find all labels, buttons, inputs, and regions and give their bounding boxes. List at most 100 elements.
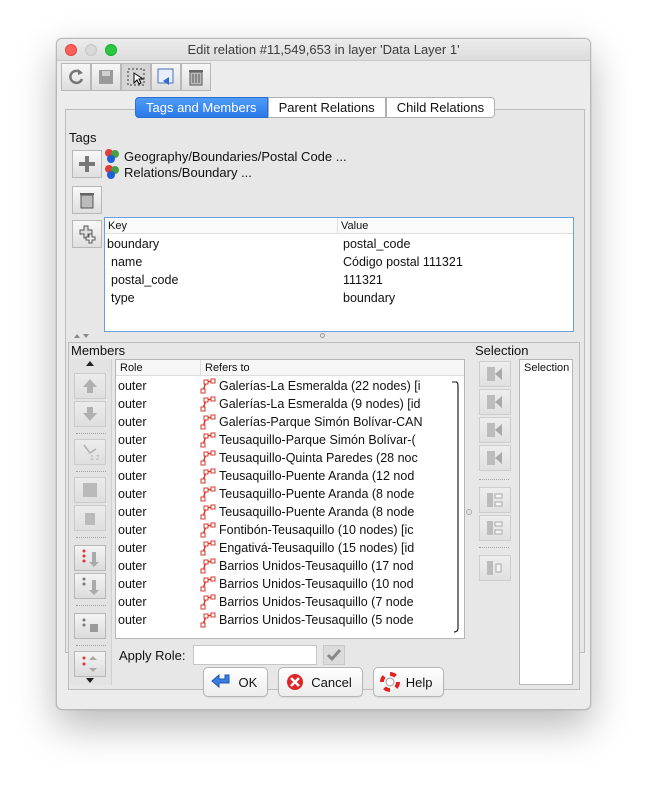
members-table[interactable]: Role Refers to outer Galerías-La Esmerald… — [115, 359, 465, 639]
apply-button[interactable] — [151, 63, 181, 91]
help-button[interactable]: Help — [372, 667, 444, 697]
refresh-button[interactable] — [61, 63, 91, 91]
apply-role-input[interactable] — [193, 645, 318, 665]
member-role[interactable]: outer — [118, 431, 198, 449]
member-row[interactable]: outer Galerías-La Esmeralda (9 nodes) [id — [116, 395, 464, 413]
member-row[interactable]: outer Teusaquillo-Parque Simón Bolívar-( — [116, 431, 464, 449]
member-row[interactable]: outer Barrios Unidos-Teusaquillo (7 node — [116, 593, 464, 611]
member-role[interactable]: outer — [118, 521, 198, 539]
member-ref-label: Teusaquillo-Puente Aranda (8 node — [219, 487, 415, 501]
member-row[interactable]: outer Fontibón-Teusaquillo (10 nodes) [ic — [116, 521, 464, 539]
member-ref[interactable]: Teusaquillo-Parque Simón Bolívar-( — [200, 431, 446, 449]
cancel-button[interactable]: Cancel — [278, 667, 363, 697]
splitter-grip-icon[interactable] — [466, 509, 472, 515]
member-ref[interactable]: Barrios Unidos-Teusaquillo (10 nod — [200, 575, 446, 593]
replace-member-button[interactable] — [479, 555, 511, 581]
tag-row[interactable]: boundary postal_code — [105, 235, 573, 253]
selection-table[interactable]: Selection — [519, 359, 573, 685]
move-down-button[interactable] — [74, 401, 106, 427]
preset-link-boundary[interactable]: Relations/Boundary ... — [104, 164, 252, 180]
member-ref[interactable]: Teusaquillo-Quinta Paredes (28 noc — [200, 449, 446, 467]
scroll-up-arrow-icon[interactable] — [70, 359, 110, 367]
tag-key[interactable]: postal_code — [111, 271, 335, 289]
member-ref[interactable]: Galerías-Parque Simón Bolívar-CAN — [200, 413, 446, 431]
tab-parent-relations[interactable]: Parent Relations — [267, 97, 386, 118]
member-ref[interactable]: Teusaquillo-Puente Aranda (8 node — [200, 485, 446, 503]
member-ref[interactable]: Teusaquillo-Puente Aranda (12 nod — [200, 467, 446, 485]
tag-row[interactable]: name Código postal 111321 — [105, 253, 573, 271]
select-members-button[interactable] — [121, 63, 151, 91]
sort-members-button[interactable]: 1 2 3 — [74, 439, 106, 465]
select-members-in-list-button[interactable] — [479, 487, 511, 513]
member-role[interactable]: outer — [118, 503, 198, 521]
refers-to-column-header[interactable]: Refers to — [200, 360, 464, 376]
tag-row[interactable]: postal_code 111321 — [105, 271, 573, 289]
member-row[interactable]: outer Galerías-Parque Simón Bolívar-CAN — [116, 413, 464, 431]
member-ref[interactable]: Barrios Unidos-Teusaquillo (17 nod — [200, 557, 446, 575]
member-row[interactable]: outer Engativá-Teusaquillo (15 nodes) [id — [116, 539, 464, 557]
member-ref[interactable]: Fontibón-Teusaquillo (10 nodes) [ic — [200, 521, 446, 539]
member-role[interactable]: outer — [118, 611, 198, 629]
tab-tags-and-members[interactable]: Tags and Members — [135, 97, 268, 118]
member-row[interactable]: outer Barrios Unidos-Teusaquillo (5 node — [116, 611, 464, 629]
member-role[interactable]: outer — [118, 449, 198, 467]
member-role[interactable]: outer — [118, 593, 198, 611]
select-in-editor-button[interactable] — [479, 515, 511, 541]
split-pane-divider[interactable] — [72, 332, 578, 340]
tag-value[interactable]: postal_code — [343, 235, 571, 253]
member-ref[interactable]: Galerías-La Esmeralda (22 nodes) [i — [200, 377, 446, 395]
add-before-button[interactable] — [479, 389, 511, 415]
paste-tags-button[interactable] — [72, 220, 102, 248]
member-role[interactable]: outer — [118, 575, 198, 593]
tag-key[interactable]: boundary — [107, 235, 335, 253]
member-row[interactable]: outer Barrios Unidos-Teusaquillo (17 nod — [116, 557, 464, 575]
add-to-top-button[interactable] — [479, 361, 511, 387]
edit-member-button[interactable] — [74, 477, 106, 503]
member-row[interactable]: outer Galerías-La Esmeralda (22 nodes) [i — [116, 377, 464, 395]
member-row[interactable]: outer Teusaquillo-Puente Aranda (12 nod — [116, 467, 464, 485]
add-after-button[interactable] — [479, 417, 511, 443]
member-role[interactable]: outer — [118, 539, 198, 557]
key-column-header[interactable]: Key — [105, 218, 337, 234]
move-up-button[interactable] — [74, 373, 106, 399]
member-ref[interactable]: Barrios Unidos-Teusaquillo (7 node — [200, 593, 446, 611]
member-row[interactable]: outer Barrios Unidos-Teusaquillo (10 nod — [116, 575, 464, 593]
tag-value[interactable]: boundary — [343, 289, 571, 307]
member-role[interactable]: outer — [118, 395, 198, 413]
member-row[interactable]: outer Teusaquillo-Quinta Paredes (28 noc — [116, 449, 464, 467]
tag-key[interactable]: name — [111, 253, 335, 271]
member-role[interactable]: outer — [118, 557, 198, 575]
member-ref[interactable]: Barrios Unidos-Teusaquillo (5 node — [200, 611, 446, 629]
tag-table[interactable]: Key Value boundary postal_code name Códi… — [104, 217, 574, 332]
add-to-bottom-button[interactable] — [479, 445, 511, 471]
remove-member-button[interactable] — [74, 505, 106, 531]
preset-link-postal-code[interactable]: Geography/Boundaries/Postal Code ... — [104, 148, 347, 164]
apply-role-row: Apply Role: — [119, 645, 346, 665]
member-row[interactable]: outer Teusaquillo-Puente Aranda (8 node — [116, 503, 464, 521]
save-button[interactable] — [91, 63, 121, 91]
member-role[interactable]: outer — [118, 485, 198, 503]
member-role[interactable]: outer — [118, 377, 198, 395]
delete-button[interactable] — [181, 63, 211, 91]
role-column-header[interactable]: Role — [116, 360, 200, 376]
member-ref[interactable]: Engativá-Teusaquillo (15 nodes) [id — [200, 539, 446, 557]
add-tag-button[interactable] — [72, 150, 102, 178]
add-selected-after-button[interactable] — [74, 545, 106, 571]
tag-key[interactable]: type — [111, 289, 335, 307]
member-role[interactable]: outer — [118, 467, 198, 485]
member-ref[interactable]: Teusaquillo-Puente Aranda (8 node — [200, 503, 446, 521]
value-column-header[interactable]: Value — [337, 218, 573, 234]
selection-column-header[interactable]: Selection — [524, 362, 569, 374]
tab-child-relations[interactable]: Child Relations — [385, 97, 496, 118]
tag-value[interactable]: Código postal 111321 — [343, 253, 571, 271]
apply-role-button[interactable] — [323, 645, 346, 665]
member-role[interactable]: outer — [118, 413, 198, 431]
member-ref[interactable]: Galerías-La Esmeralda (9 nodes) [id — [200, 395, 446, 413]
add-selected-end-button[interactable] — [74, 573, 106, 599]
member-row[interactable]: outer Teusaquillo-Puente Aranda (8 node — [116, 485, 464, 503]
tag-value[interactable]: 111321 — [343, 271, 571, 289]
tag-row[interactable]: type boundary — [105, 289, 573, 307]
ok-button[interactable]: OK — [203, 667, 269, 697]
download-members-button[interactable] — [74, 613, 106, 639]
delete-tag-button[interactable] — [72, 186, 102, 214]
